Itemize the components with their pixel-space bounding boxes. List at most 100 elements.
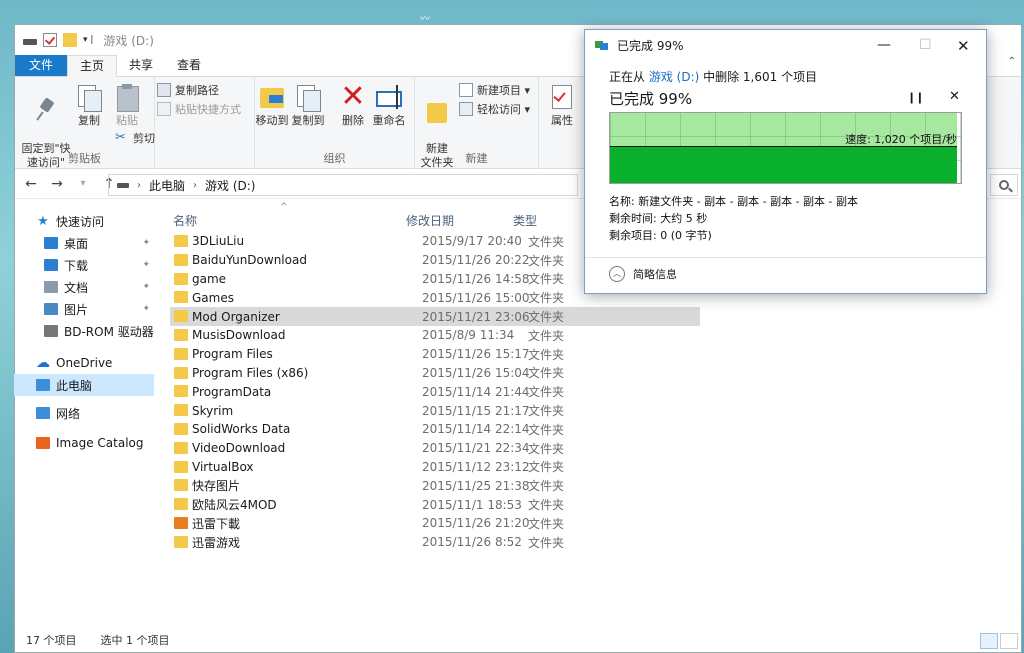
new-folder-quick-icon[interactable]: [63, 33, 77, 47]
close-icon[interactable]: ✕: [957, 37, 970, 55]
easy-access-button[interactable]: 轻松访问 ▾: [459, 100, 530, 118]
file-name: 快存图片: [192, 479, 241, 494]
file-row[interactable]: VideoDownload 2015/11/21 22:34 文件夹: [170, 439, 1024, 458]
dialog-title: 已完成 99%: [617, 38, 684, 53]
folder-icon: [174, 310, 188, 323]
file-row[interactable]: 快存图片 2015/11/25 21:38 文件夹: [170, 476, 1024, 495]
pinned-icon: ✦: [142, 304, 150, 314]
properties-button[interactable]: 属性: [545, 81, 579, 128]
file-type: 文件夹: [528, 441, 565, 456]
folder-icon: [174, 422, 188, 435]
copy-icon: [76, 83, 102, 112]
file-date: 2015/11/1 18:53: [422, 497, 522, 512]
large-icons-view-icon[interactable]: [1000, 633, 1018, 649]
network-icon: [36, 407, 50, 419]
customize-quick-access-icon[interactable]: ▾ |: [83, 35, 93, 45]
file-row[interactable]: 迅雷下載 2015/11/26 21:20 文件夹: [170, 514, 1024, 533]
nav-item[interactable]: 图片 ✦: [14, 298, 154, 320]
file-row[interactable]: Skyrim 2015/11/15 21:17 文件夹: [170, 401, 1024, 420]
folder-icon: [174, 535, 188, 548]
nav-item[interactable]: 桌面 ✦: [14, 232, 154, 254]
column-type[interactable]: 类型: [513, 212, 537, 229]
file-row[interactable]: Program Files 2015/11/26 15:17 文件夹: [170, 345, 1024, 364]
tab-view[interactable]: 查看: [165, 55, 213, 76]
ribbon-collapse-icon[interactable]: ⌃: [1008, 56, 1016, 67]
ribbon-group-clipboard-small: 复制路径 粘贴快捷方式 ✂ 剪切: [115, 77, 255, 169]
rename-button[interactable]: 重命名: [371, 81, 407, 128]
rename-label: 重命名: [372, 114, 406, 127]
cut-button[interactable]: ✂ 剪切: [115, 129, 155, 147]
move-to-button[interactable]: 移动到: [255, 81, 289, 128]
status-bar: 17 个项目 选中 1 个项目: [14, 628, 1022, 652]
nav-item[interactable]: ☁ OneDrive: [14, 352, 154, 374]
tab-home[interactable]: 主页: [67, 55, 118, 77]
file-type: 文件夹: [528, 272, 565, 287]
dialog-divider: [585, 257, 986, 258]
new-item-icon: [459, 83, 473, 97]
file-type: 文件夹: [528, 347, 565, 362]
cut-label: 剪切: [133, 132, 155, 145]
paste-shortcut-label: 粘贴快捷方式: [175, 103, 241, 116]
delete-button[interactable]: ✕ 删除: [339, 81, 367, 128]
nav-item[interactable]: 文档 ✦: [14, 276, 154, 298]
nav-item-label: OneDrive: [56, 356, 113, 370]
nav-item[interactable]: 网络: [14, 402, 154, 424]
file-name: Program Files: [192, 347, 273, 362]
properties-label: 属性: [551, 114, 573, 127]
nav-item[interactable]: 此电脑: [14, 374, 154, 396]
paste-button[interactable]: 粘贴: [111, 81, 143, 128]
file-row[interactable]: ProgramData 2015/11/14 21:44 文件夹: [170, 382, 1024, 401]
file-row[interactable]: Mod Organizer 2015/11/21 23:06 文件夹: [170, 307, 700, 326]
tab-share[interactable]: 共享: [117, 55, 165, 76]
column-date[interactable]: 修改日期: [406, 212, 454, 229]
copy-button[interactable]: 复制: [73, 81, 105, 128]
drive-icon[interactable]: [23, 39, 37, 45]
address-box[interactable]: › 此电脑 › 游戏 (D:): [108, 174, 578, 196]
file-type: 文件夹: [528, 422, 565, 437]
nav-item[interactable]: Image Catalog: [14, 432, 154, 454]
breadcrumb-drive[interactable]: 游戏 (D:): [205, 177, 255, 194]
back-icon[interactable]: ←: [23, 176, 39, 192]
ribbon-group-open: 属性: [539, 77, 585, 169]
fewer-details-label: 简略信息: [633, 268, 677, 281]
operation-suffix: 中删除 1,601 个项目: [699, 70, 818, 84]
new-item-button[interactable]: 新建项目 ▾: [459, 81, 530, 99]
nav-item[interactable]: 下载 ✦: [14, 254, 154, 276]
cancel-icon[interactable]: ✕: [949, 89, 960, 104]
file-row[interactable]: SolidWorks Data 2015/11/14 22:14 文件夹: [170, 420, 1024, 439]
file-row[interactable]: VirtualBox 2015/11/12 23:12 文件夹: [170, 458, 1024, 477]
paste-shortcut-button[interactable]: 粘贴快捷方式: [157, 100, 241, 118]
pause-icon[interactable]: ❙❙: [907, 91, 924, 104]
forward-icon[interactable]: →: [49, 176, 65, 192]
recent-locations-icon[interactable]: ▾: [75, 178, 91, 189]
copy-to-button[interactable]: 复制到: [291, 81, 325, 128]
source-link[interactable]: 游戏 (D:): [649, 70, 699, 84]
file-date: 2015/11/26 15:00: [422, 290, 530, 305]
nav-item[interactable]: ★ 快速访问: [14, 210, 154, 232]
fewer-details-button[interactable]: ︿ 简略信息: [609, 266, 677, 282]
items-remaining: 剩余项目: 0 (0 字节): [609, 229, 712, 242]
file-name: 3DLiuLiu: [192, 234, 245, 249]
scissors-icon: ✂: [115, 130, 126, 145]
search-box[interactable]: [990, 174, 1018, 196]
details-view-icon[interactable]: [980, 633, 998, 649]
file-row[interactable]: 欧陆风云4MOD 2015/11/1 18:53 文件夹: [170, 495, 1024, 514]
file-name: ProgramData: [192, 384, 272, 399]
pinned-icon: ✦: [142, 282, 150, 292]
file-operation-icon: [595, 40, 609, 50]
tab-file[interactable]: 文件: [15, 55, 68, 76]
nav-item[interactable]: BD-ROM 驱动器 ✦: [14, 320, 154, 342]
file-row[interactable]: 迅雷游戏 2015/11/26 8:52 文件夹: [170, 533, 1024, 552]
file-type: 文件夹: [528, 291, 565, 306]
properties-quick-icon[interactable]: [43, 33, 57, 47]
file-type: 文件夹: [528, 404, 565, 419]
file-name: 迅雷游戏: [192, 535, 241, 550]
file-row[interactable]: Program Files (x86) 2015/11/26 15:04 文件夹: [170, 364, 1024, 383]
minimize-icon[interactable]: —: [877, 37, 891, 53]
file-row[interactable]: MusisDownload 2015/8/9 11:34 文件夹: [170, 326, 1024, 345]
column-name[interactable]: 名称: [173, 212, 197, 229]
nav-item-label: Image Catalog: [56, 436, 144, 450]
copy-to-icon: [295, 83, 321, 112]
breadcrumb-this-pc[interactable]: 此电脑: [149, 177, 185, 194]
copy-path-button[interactable]: 复制路径: [157, 81, 219, 99]
